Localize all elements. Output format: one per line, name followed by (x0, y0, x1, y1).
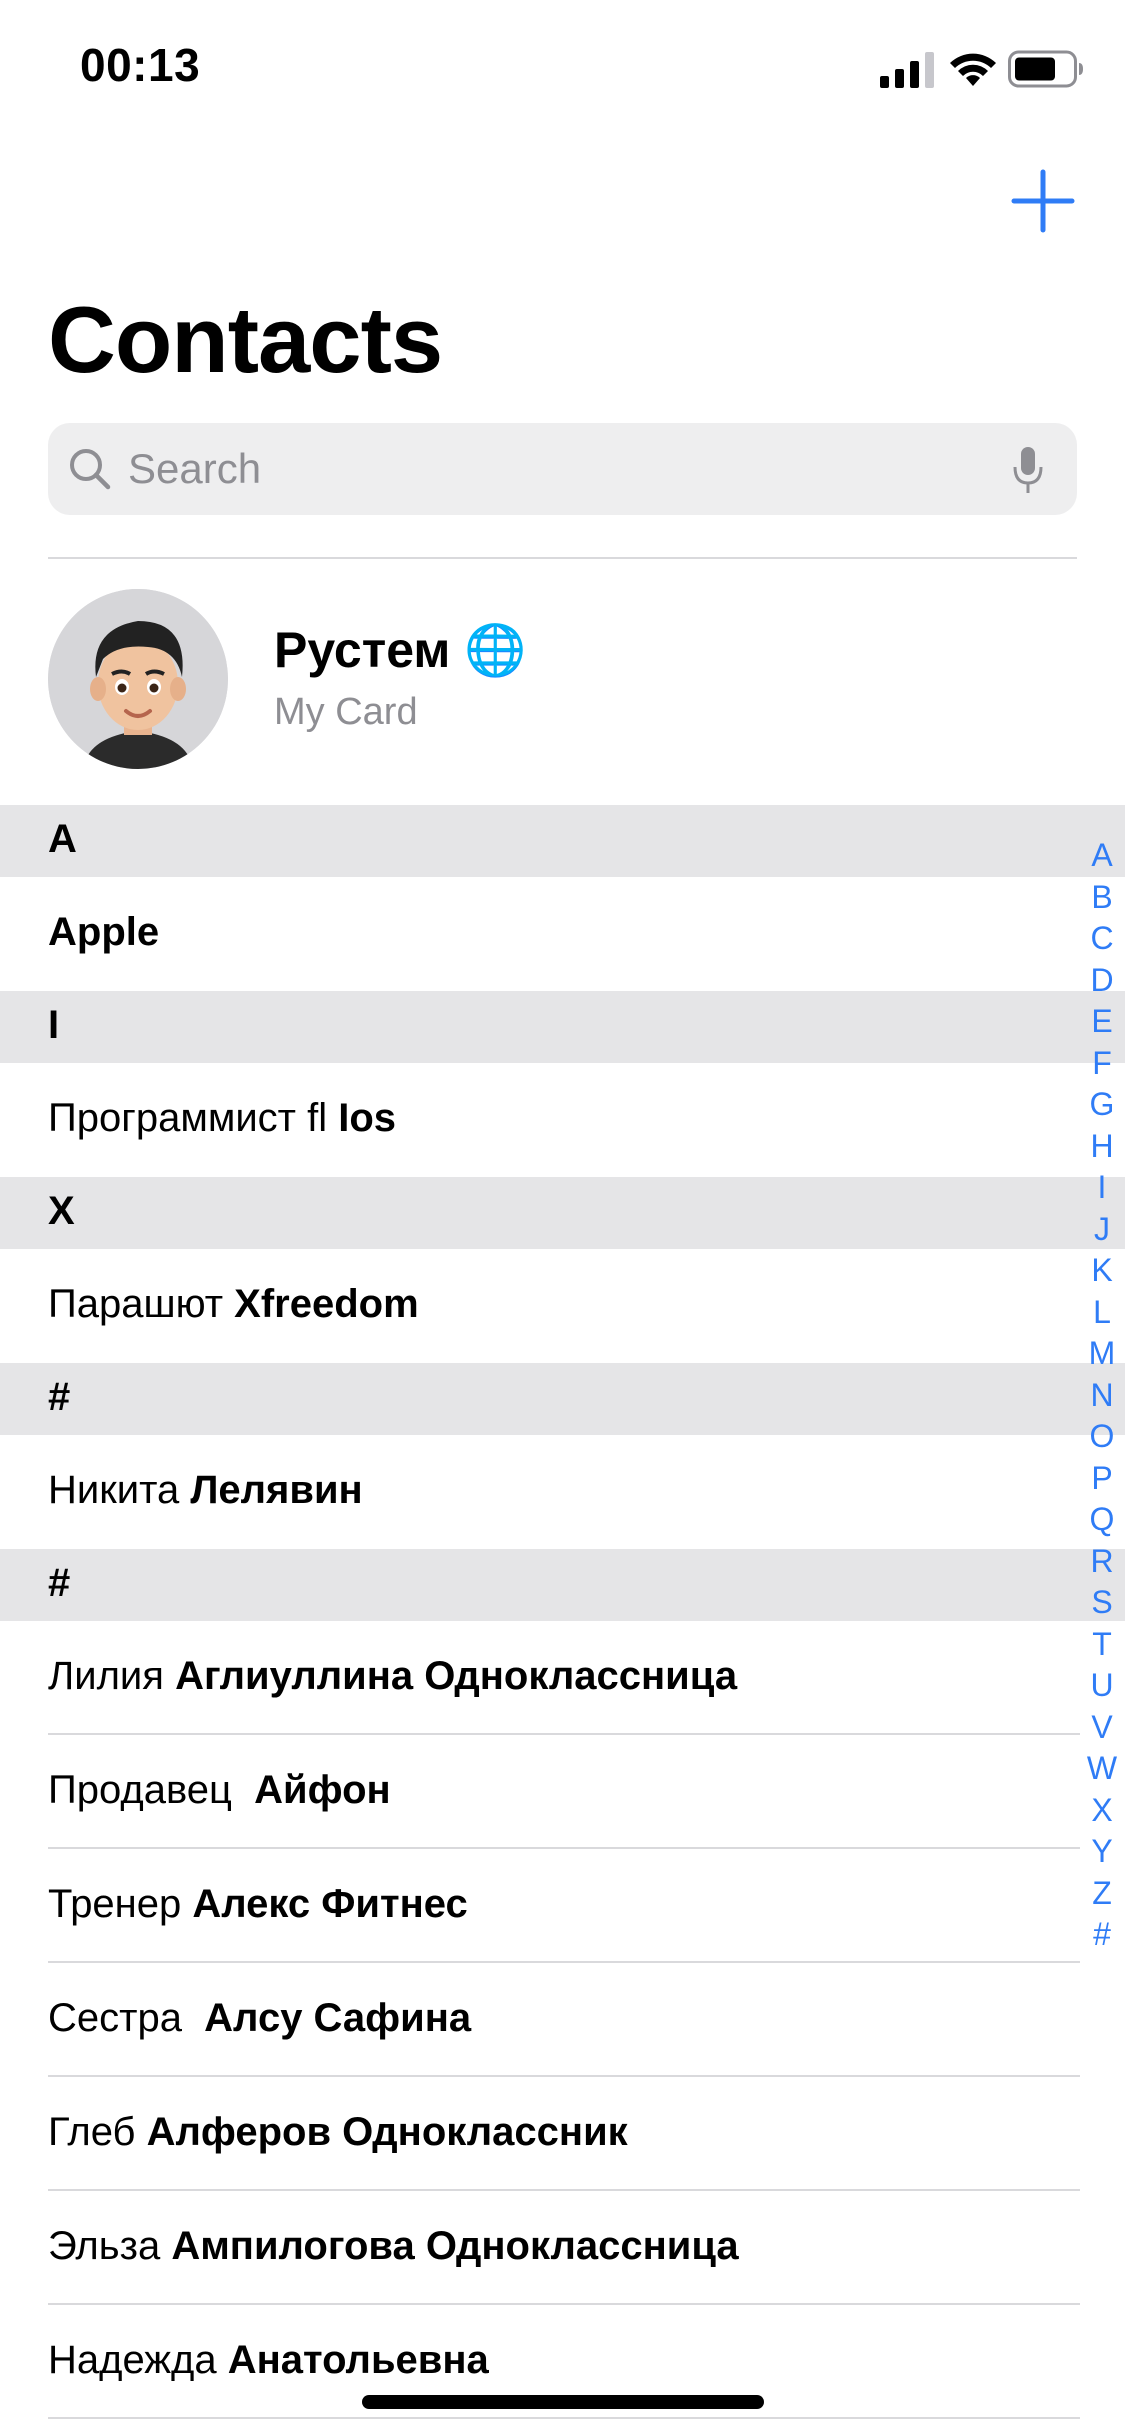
status-bar: 00:13 (0, 0, 1125, 135)
index-letter[interactable]: G (1080, 1084, 1124, 1126)
add-contact-button[interactable] (1010, 168, 1076, 234)
list-item[interactable]: Сестра Алсу Сафина (0, 1963, 1125, 2077)
contact-list: A Apple I Программист fl Ios X Парашют X… (0, 805, 1125, 2419)
my-card-subtitle: My Card (274, 691, 418, 733)
index-letter[interactable]: Z (1080, 1873, 1124, 1915)
search-icon (70, 449, 111, 490)
index-letter[interactable]: N (1080, 1375, 1124, 1417)
index-letter[interactable]: U (1080, 1665, 1124, 1707)
index-letter[interactable]: R (1080, 1541, 1124, 1583)
list-item[interactable]: Apple (0, 877, 1125, 991)
list-item[interactable]: Лилия Аглиуллина Одноклассница (0, 1621, 1125, 1735)
alphabet-index[interactable]: A B C D E F G H I J K L M N O P Q R S T … (1080, 835, 1124, 1956)
section-header: I (0, 991, 1125, 1063)
section-header: X (0, 1177, 1125, 1249)
status-time: 00:13 (80, 39, 201, 91)
index-letter[interactable]: W (1080, 1748, 1124, 1790)
list-item[interactable]: Продавец Айфон (0, 1735, 1125, 1849)
index-letter[interactable]: Y (1080, 1831, 1124, 1873)
index-letter[interactable]: I (1080, 1167, 1124, 1209)
memoji-avatar-icon (48, 589, 228, 769)
index-letter[interactable]: V (1080, 1707, 1124, 1749)
index-letter[interactable]: B (1080, 877, 1124, 919)
list-item[interactable]: Глеб Алферов Одноклассник (0, 2077, 1125, 2191)
avatar (48, 589, 228, 769)
index-letter[interactable]: L (1080, 1292, 1124, 1334)
index-letter[interactable]: # (1080, 1914, 1124, 1956)
cellular-signal-icon (880, 52, 934, 88)
search-input[interactable] (128, 423, 1008, 515)
index-letter[interactable]: T (1080, 1624, 1124, 1666)
wifi-icon (950, 53, 996, 86)
list-item[interactable]: Никита Лелявин (0, 1435, 1125, 1549)
index-letter[interactable]: M (1080, 1333, 1124, 1375)
index-letter[interactable]: Q (1080, 1499, 1124, 1541)
index-letter[interactable]: S (1080, 1582, 1124, 1624)
page-title: Contacts (48, 287, 443, 392)
my-card[interactable]: Рустем 🌐 My Card (0, 559, 1125, 803)
microphone-icon[interactable] (1011, 445, 1045, 495)
list-item[interactable]: Программист fl Ios (0, 1063, 1125, 1177)
my-card-name: Рустем 🌐 (274, 622, 527, 678)
list-item[interactable]: Парашют Xfreedom (0, 1249, 1125, 1363)
list-item[interactable]: Тренер Алекс Фитнес (0, 1849, 1125, 1963)
home-indicator[interactable] (362, 2395, 764, 2409)
index-letter[interactable]: K (1080, 1250, 1124, 1292)
section-header: # (0, 1549, 1125, 1621)
search-bar[interactable] (48, 423, 1077, 515)
index-letter[interactable]: E (1080, 1001, 1124, 1043)
index-letter[interactable]: P (1080, 1458, 1124, 1500)
section-header: A (0, 805, 1125, 877)
index-letter[interactable]: F (1080, 1043, 1124, 1085)
index-letter[interactable]: A (1080, 835, 1124, 877)
index-letter[interactable]: D (1080, 960, 1124, 1002)
battery-icon (1008, 50, 1083, 88)
index-letter[interactable]: X (1080, 1790, 1124, 1832)
index-letter[interactable]: J (1080, 1209, 1124, 1251)
index-letter[interactable]: H (1080, 1126, 1124, 1168)
plus-icon (1011, 169, 1075, 233)
list-item[interactable]: Эльза Ампилогова Одноклассница (0, 2191, 1125, 2305)
section-header: # (0, 1363, 1125, 1435)
index-letter[interactable]: O (1080, 1416, 1124, 1458)
index-letter[interactable]: C (1080, 918, 1124, 960)
